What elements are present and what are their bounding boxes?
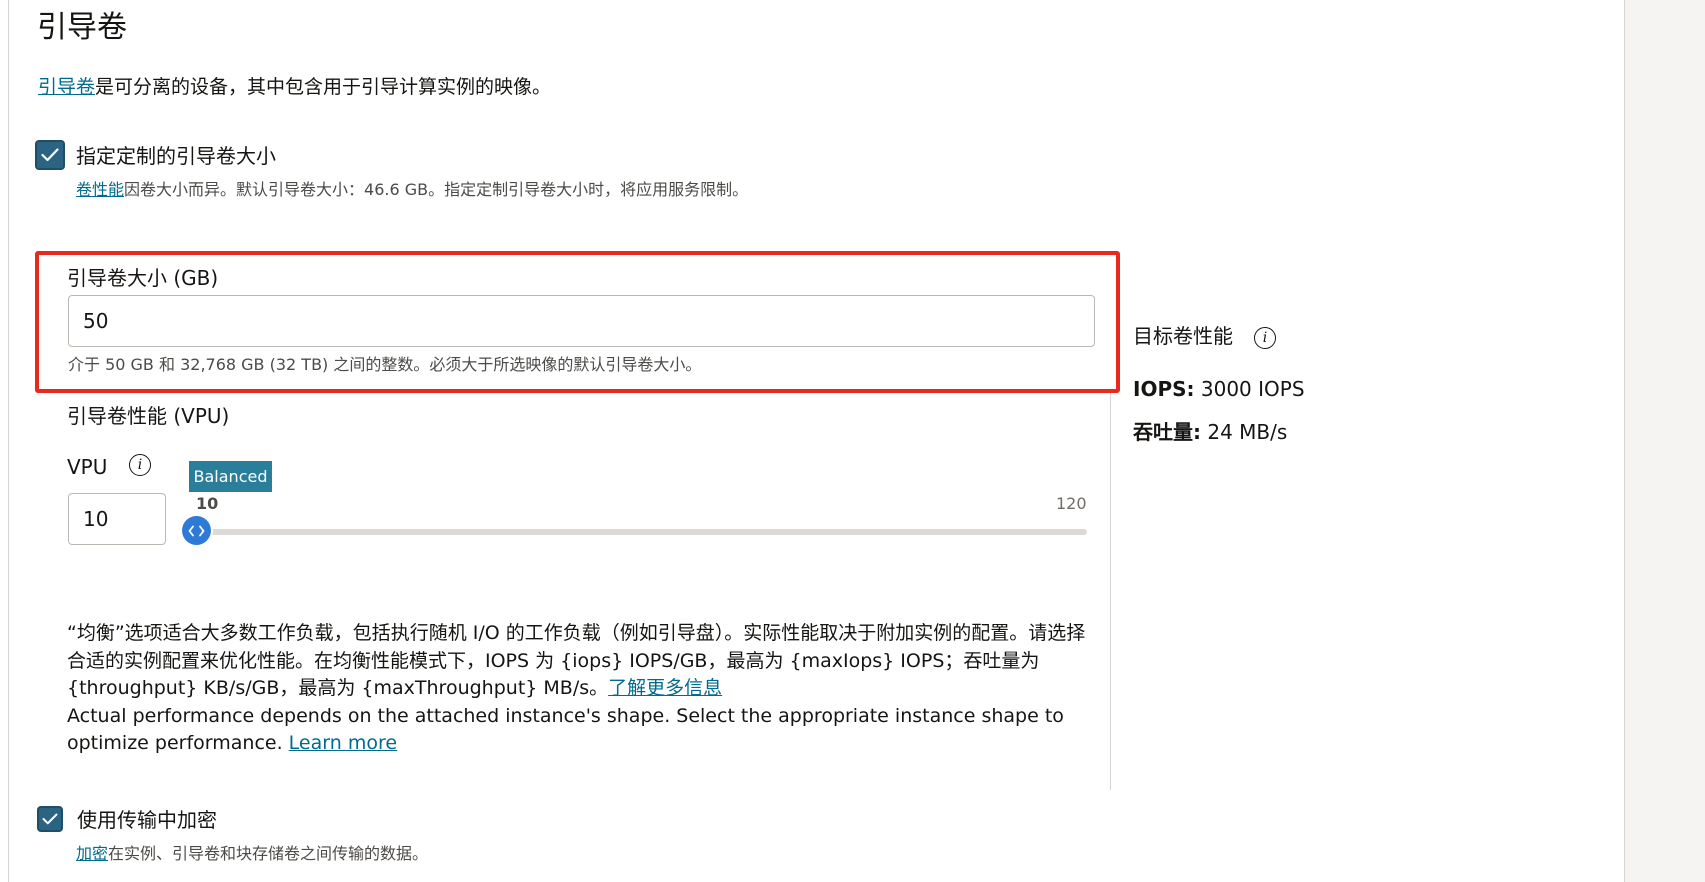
custom-size-label[interactable]: 指定定制的引导卷大小 <box>76 142 276 170</box>
vpu-description: “均衡”选项适合大多数工作负载，包括执行随机 I/O 的工作负载（例如引导盘）。… <box>67 620 1102 758</box>
section-title: 引导卷 <box>37 10 127 45</box>
boot-volume-size-help: 介于 50 GB 和 32,768 GB (32 TB) 之间的整数。必须大于所… <box>68 355 702 374</box>
encryption-link[interactable]: 加密 <box>76 844 108 863</box>
iops-value: 3000 IOPS <box>1200 377 1305 401</box>
throughput-value: 24 MB/s <box>1207 420 1288 444</box>
custom-size-help-text: 因卷大小而异。默认引导卷大小：46.6 GB。指定定制引导卷大小时，将应用服务限… <box>124 180 749 199</box>
info-icon[interactable]: i <box>129 454 151 476</box>
learn-more-link[interactable]: Learn more <box>289 732 397 754</box>
target-iops: IOPS: 3000 IOPS <box>1133 375 1305 403</box>
vpu-description-zh: “均衡”选项适合大多数工作负载，包括执行随机 I/O 的工作负载（例如引导盘）。… <box>67 622 1086 699</box>
encryption-checkbox[interactable] <box>37 806 63 832</box>
checkmark-icon <box>41 148 59 162</box>
slider-value-badge: Balanced <box>189 461 272 492</box>
panel-left-border <box>8 0 9 882</box>
volume-performance-link[interactable]: 卷性能 <box>76 180 124 199</box>
vpu-slider-track[interactable] <box>196 529 1087 535</box>
learn-more-zh-link[interactable]: 了解更多信息 <box>608 677 722 699</box>
vpu-section-label: 引导卷性能 (VPU) <box>67 404 230 428</box>
boot-volume-link[interactable]: 引导卷 <box>38 76 95 98</box>
vpu-description-en-block: Actual performance depends on the attach… <box>67 703 1102 758</box>
boot-volume-size-label: 引导卷大小 (GB) <box>67 266 219 290</box>
slider-min-label: 10 <box>196 494 219 513</box>
slider-arrows-icon <box>188 525 205 536</box>
throughput-key: 吞吐量: <box>1133 420 1201 444</box>
boot-volume-size-input[interactable] <box>68 295 1095 347</box>
intro-text: 是可分离的设备，其中包含用于引导计算实例的映像。 <box>95 76 552 98</box>
slider-max-label: 120 <box>1056 494 1087 513</box>
vpu-description-en: Actual performance depends on the attach… <box>67 704 1064 755</box>
iops-key: IOPS: <box>1133 377 1195 401</box>
target-throughput: 吞吐量: 24 MB/s <box>1133 418 1287 446</box>
vpu-input[interactable] <box>68 493 166 545</box>
encryption-label[interactable]: 使用传输中加密 <box>77 806 217 834</box>
target-performance-title: 目标卷性能 <box>1133 324 1233 348</box>
encryption-help-text: 在实例、引导卷和块存储卷之间传输的数据。 <box>108 844 429 863</box>
checkmark-icon <box>42 813 58 825</box>
custom-size-checkbox[interactable] <box>35 140 65 170</box>
info-icon[interactable]: i <box>1254 327 1276 349</box>
custom-size-help: 卷性能因卷大小而异。默认引导卷大小：46.6 GB。指定定制引导卷大小时，将应用… <box>76 178 748 202</box>
vpu-slider-handle[interactable] <box>182 516 211 545</box>
vpu-label: VPU <box>67 455 108 479</box>
section-intro: 引导卷是可分离的设备，其中包含用于引导计算实例的映像。 <box>38 73 551 101</box>
column-divider <box>1110 393 1111 790</box>
encryption-help: 加密在实例、引导卷和块存储卷之间传输的数据。 <box>76 842 428 866</box>
right-gutter <box>1625 0 1705 882</box>
